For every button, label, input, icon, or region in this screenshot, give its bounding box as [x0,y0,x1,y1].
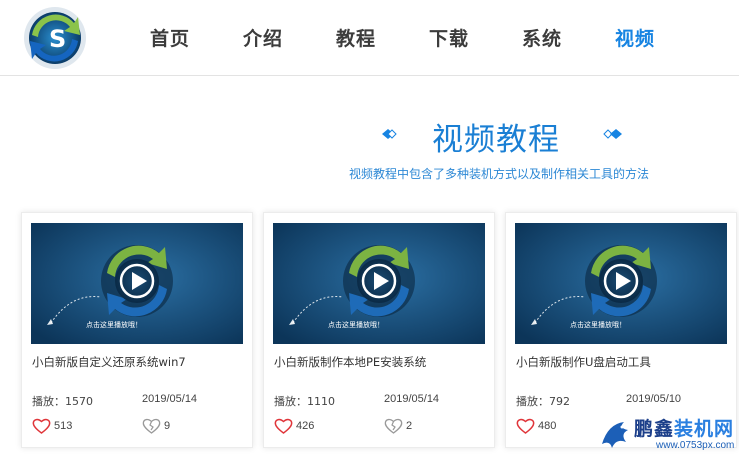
like-count: 513 [54,420,73,432]
nav-download[interactable]: 下载 [429,24,469,51]
video-title[interactable]: 小白新版制作U盘启动工具 [516,354,651,370]
site-watermark: 鹏鑫装机网 www.0753px.com [598,412,739,456]
like-button[interactable]: 426 [274,417,314,435]
dislike-count: 9 [164,420,171,432]
thumbnail-caption: 点击这里播放哦！ [570,320,626,329]
dislike-button[interactable]: 2 [384,417,412,435]
play-count: 播放：1570 [32,395,93,408]
dragon-logo-icon [602,422,628,448]
heart-icon [274,418,293,434]
section-title: 视频教程 [432,122,560,158]
nav-system[interactable]: 系统 [522,24,562,51]
nav-home[interactable]: 首页 [150,24,190,51]
broken-heart-icon [142,418,161,434]
thumbnail-caption: 点击这里播放哦！ [328,320,384,329]
heart-icon [32,418,51,434]
play-count: 播放：1110 [274,395,335,408]
video-thumbnail[interactable]: 点击这里播放哦！ [273,223,485,344]
section-subtitle: 视频教程中包含了多种装机方式以及制作相关工具的方法 [349,167,650,181]
site-header: S 首页 介绍 教程 下载 系统 视频 [0,0,739,76]
watermark-url: www.0753px.com [656,440,735,451]
video-title[interactable]: 小白新版自定义还原系统win7 [32,354,186,370]
dislike-count: 2 [406,420,413,432]
watermark-brand: 鹏鑫装机网 [634,418,735,440]
broken-heart-icon [384,418,403,434]
play-count: 播放：792 [516,395,570,408]
video-thumbnail[interactable]: 点击这里播放哦！ [515,223,727,344]
publish-date: 2019/05/14 [384,393,440,405]
nav-video[interactable]: 视频 [615,24,655,51]
video-title[interactable]: 小白新版制作本地PE安装系统 [274,354,426,370]
nav-tutorials[interactable]: 教程 [336,24,376,51]
like-count: 426 [296,420,315,432]
like-count: 480 [538,420,557,432]
video-card[interactable]: 点击这里播放哦！ 小白新版制作本地PE安装系统 播放：1110 2019/05/… [263,212,495,448]
video-card[interactable]: 点击这里播放哦！ 小白新版自定义还原系统win7 播放：1570 2019/05… [21,212,253,448]
main-nav: 首页 介绍 教程 下载 系统 视频 [0,0,739,76]
title-right-decoration [603,129,739,139]
heart-icon [516,418,535,434]
dislike-button[interactable]: 9 [142,417,170,435]
publish-date: 2019/05/10 [626,393,682,405]
video-thumbnail[interactable]: 点击这里播放哦！ [31,223,243,344]
like-button[interactable]: 513 [32,417,72,435]
title-left-decoration [232,129,397,139]
nav-intro[interactable]: 介绍 [243,24,283,51]
thumbnail-caption: 点击这里播放哦！ [86,320,142,329]
publish-date: 2019/05/14 [142,393,198,405]
like-button[interactable]: 480 [516,417,556,435]
